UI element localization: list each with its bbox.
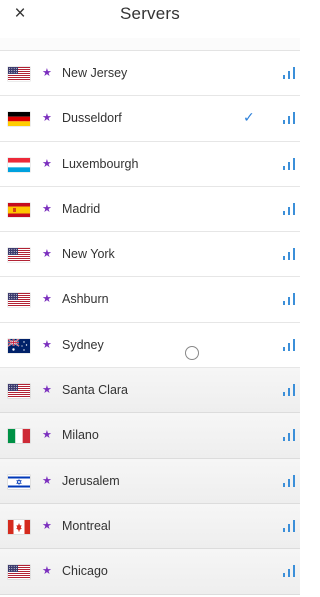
server-row[interactable]: ★ Luxembourgh xyxy=(0,142,300,187)
star-icon[interactable]: ★ xyxy=(42,155,52,173)
es-flag-icon xyxy=(8,202,30,217)
signal-icon xyxy=(282,156,296,171)
star-icon[interactable]: ★ xyxy=(42,381,52,399)
page-title: Servers xyxy=(120,4,180,23)
signal-icon xyxy=(282,201,296,216)
server-name: Jerusalem xyxy=(62,473,120,488)
us-flag-icon xyxy=(8,384,30,399)
server-name: Montreal xyxy=(62,518,111,533)
signal-icon xyxy=(282,110,296,125)
signal-icon xyxy=(282,291,296,306)
server-name: Dusseldorf xyxy=(62,111,122,126)
star-icon[interactable]: ★ xyxy=(42,562,52,580)
server-row[interactable]: ★ Jerusalem xyxy=(0,458,300,504)
server-row[interactable]: ★ Sydney xyxy=(0,323,300,369)
star-icon[interactable]: ★ xyxy=(42,517,52,535)
server-row[interactable]: ★ New Jersey xyxy=(0,51,300,97)
signal-icon xyxy=(282,246,296,261)
signal-icon xyxy=(282,518,296,533)
star-icon[interactable]: ★ xyxy=(42,64,52,82)
server-row[interactable]: ★ Chicago xyxy=(0,549,300,595)
signal-icon xyxy=(282,427,296,442)
it-flag-icon xyxy=(8,429,30,444)
server-row[interactable]: ★ Montreal xyxy=(0,503,300,550)
signal-icon xyxy=(282,382,296,397)
signal-icon xyxy=(282,473,296,488)
server-row[interactable]: ★ New York xyxy=(0,232,300,278)
server-row[interactable]: ★ Dusseldorf ✓ xyxy=(0,96,300,142)
star-icon[interactable]: ★ xyxy=(42,245,52,263)
us-flag-icon xyxy=(8,293,30,308)
server-row[interactable]: ★ Madrid xyxy=(0,187,300,233)
signal-icon xyxy=(282,563,296,578)
de-flag-icon xyxy=(8,112,30,127)
server-name: Sydney xyxy=(62,337,104,352)
il-flag-icon xyxy=(8,474,30,489)
checkmark-icon: ✓ xyxy=(243,109,255,126)
touch-cursor-indicator xyxy=(185,346,199,360)
header: × Servers xyxy=(0,0,300,38)
us-flag-icon xyxy=(8,248,30,263)
server-name: Chicago xyxy=(62,564,108,579)
us-flag-icon xyxy=(8,67,30,81)
server-list: ★ New Jersey ★ Dusseldorf ✓ ★ Luxembourgh ★ M… xyxy=(0,51,300,595)
server-name: New York xyxy=(62,247,115,262)
server-name: Milano xyxy=(62,428,99,443)
server-row[interactable]: ★ Milano xyxy=(0,413,300,459)
signal-icon xyxy=(282,337,296,352)
server-name: Madrid xyxy=(62,201,101,216)
us-flag-icon xyxy=(8,565,30,580)
server-name: Ashburn xyxy=(62,292,109,307)
header-divider xyxy=(0,38,300,51)
star-icon[interactable]: ★ xyxy=(42,426,52,444)
star-icon[interactable]: ★ xyxy=(42,200,52,218)
server-name: New Jersey xyxy=(62,66,128,80)
au-flag-icon xyxy=(7,338,30,353)
ca-flag-icon xyxy=(8,519,30,534)
lu-flag-icon xyxy=(8,157,30,172)
server-name: Santa Clara xyxy=(62,383,129,398)
server-row[interactable]: ★ Ashburn xyxy=(0,277,300,323)
star-icon[interactable]: ★ xyxy=(42,472,52,490)
server-row[interactable]: ★ Santa Clara xyxy=(0,368,300,414)
star-icon[interactable]: ★ xyxy=(42,290,52,308)
signal-icon xyxy=(282,65,296,80)
star-icon[interactable]: ★ xyxy=(42,109,52,127)
server-name: Luxembourgh xyxy=(62,156,139,171)
star-icon[interactable]: ★ xyxy=(42,336,52,354)
